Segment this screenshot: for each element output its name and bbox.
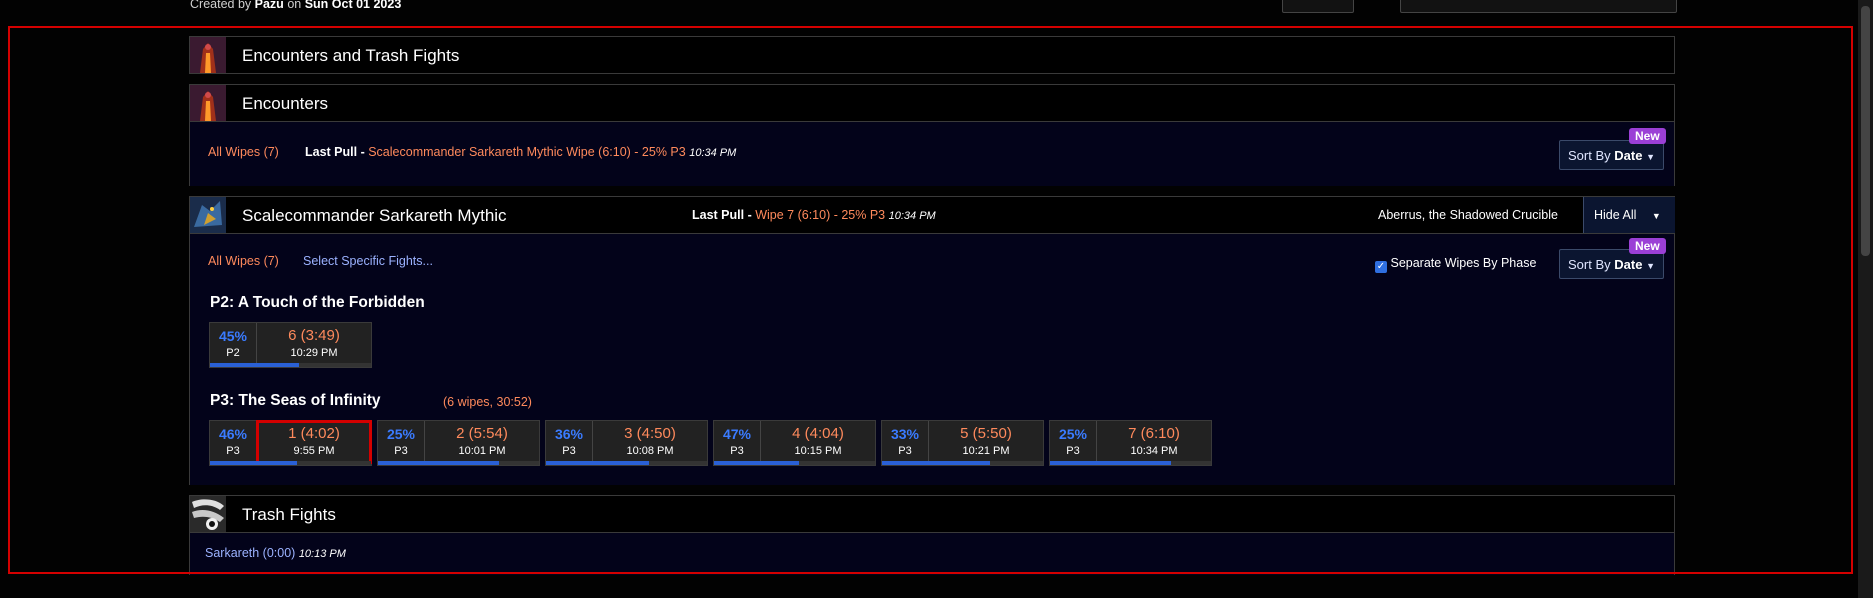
fight-card[interactable]: 45% P2 6 (3:49) 10:29 PM [209,322,372,368]
fight-time: 9:55 PM [293,445,335,457]
encounters-and-trash-panel: Encounters and Trash Fights [189,36,1675,74]
fight-progress-bar [210,363,371,367]
encounters-and-trash-header[interactable]: Encounters and Trash Fights [190,37,1674,73]
boss-portrait-icon [190,85,226,121]
fight-card[interactable]: 25% P3 7 (6:10) 10:34 PM [1049,420,1212,466]
fight-percent: 25% [1058,426,1088,442]
fight-time: 10:08 PM [626,445,674,457]
trash-header[interactable]: Trash Fights [190,496,1674,533]
boss-last-pull-link[interactable]: Wipe 7 (6:10) - 25% P3 [755,208,885,222]
encounters-body: All Wipes (7) Last Pull - Scalecommander… [190,122,1674,186]
fight-phase: P2 [226,347,240,359]
fight-time: 10:15 PM [794,445,842,457]
report-created-by: Created by Pazu on Sun Oct 01 2023 [190,0,401,11]
fight-percent: 46% [218,426,248,442]
phase-title: P2: A Touch of the Forbidden [210,294,425,311]
fight-phase: P3 [898,445,912,457]
fight-phase: P3 [226,445,240,457]
fight-progress-bar [378,461,539,465]
trash-panel: Trash Fights Sarkareth (0:00) 10:13 PM [189,495,1675,575]
fight-label: 4 (4:04) [792,425,844,442]
fight-phase: P3 [730,445,744,457]
caret-down-icon: ▼ [1646,261,1655,271]
boss-header[interactable]: Scalecommander Sarkareth Mythic Last Pul… [190,197,1675,234]
trash-body: Sarkareth (0:00) 10:13 PM [190,533,1674,575]
fight-card[interactable]: 46% P3 1 (4:02) 9:55 PM [209,420,372,466]
all-wipes-link[interactable]: All Wipes (7) [208,145,279,159]
scrollbar-thumb[interactable] [1861,6,1870,256]
select-specific-fights-link[interactable]: Select Specific Fights... [303,254,433,268]
boss-last-pull: Last Pull - Wipe 7 (6:10) - 25% P3 10:34… [692,208,936,222]
top-toolbar-button[interactable] [1282,0,1354,13]
sort-by-dropdown[interactable]: Sort By Date ▼ [1559,140,1664,170]
fight-card[interactable]: 25% P3 2 (5:54) 10:01 PM [377,420,540,466]
fight-progress-bar [546,461,707,465]
fight-percent: 33% [890,426,920,442]
trash-entry: Sarkareth (0:00) 10:13 PM [205,546,346,560]
page-scrollbar[interactable] [1858,0,1873,598]
fight-progress-bar [1050,461,1211,465]
checkbox-checked-icon[interactable]: ✓ [1375,261,1387,273]
caret-down-icon: ▼ [1646,152,1655,162]
caret-down-icon: ▼ [1651,211,1661,221]
last-pull-link[interactable]: Scalecommander Sarkareth Mythic Wipe (6:… [368,145,686,159]
fight-label: 6 (3:49) [288,327,340,344]
author-name[interactable]: Pazu [255,0,284,11]
fight-percent: 47% [722,426,752,442]
fight-percent: 25% [386,426,416,442]
boss-body: All Wipes (7) Select Specific Fights... … [190,234,1674,485]
last-pull: Last Pull - Scalecommander Sarkareth Myt… [305,145,737,159]
fight-card[interactable]: 36% P3 3 (4:50) 10:08 PM [545,420,708,466]
fight-time: 10:21 PM [962,445,1010,457]
hide-all-dropdown[interactable]: Hide All ▼ [1583,197,1675,233]
panel-title: Trash Fights [242,505,336,524]
fight-phase: P3 [562,445,576,457]
fight-progress-bar [714,461,875,465]
fight-label: 3 (4:50) [624,425,676,442]
boss-portrait-icon [190,37,226,73]
fight-time: 10:29 PM [290,347,338,359]
dragon-portrait-icon [190,197,226,233]
panel-title: Encounters [242,94,328,113]
last-pull-time: 10:34 PM [689,147,737,159]
top-toolbar-toggle[interactable] [1400,0,1677,13]
boss-panel: Scalecommander Sarkareth Mythic Last Pul… [189,196,1675,485]
separate-wipes-toggle[interactable]: ✓ Separate Wipes By Phase [1375,256,1536,273]
phase-summary: (6 wipes, 30:52) [443,395,532,409]
fight-label: 2 (5:54) [456,425,508,442]
new-badge: New [1629,128,1666,144]
fight-card[interactable]: 47% P3 4 (4:04) 10:15 PM [713,420,876,466]
all-wipes-link[interactable]: All Wipes (7) [208,254,279,268]
fight-phase: P3 [394,445,408,457]
fight-progress-bar [882,461,1043,465]
boss-title: Scalecommander Sarkareth Mythic [242,206,507,225]
fight-card[interactable]: 33% P3 5 (5:50) 10:21 PM [881,420,1044,466]
zone-name: Aberrus, the Shadowed Crucible [1378,208,1558,222]
fight-time: 10:01 PM [458,445,506,457]
panel-title: Encounters and Trash Fights [242,46,460,65]
fight-time: 10:34 PM [1130,445,1178,457]
trash-fight-link[interactable]: Sarkareth (0:00) [205,546,295,560]
fight-progress-bar [210,461,371,465]
fight-phase: P3 [1066,445,1080,457]
fight-label: 5 (5:50) [960,425,1012,442]
fight-label: 7 (6:10) [1128,425,1180,442]
report-date: Sun Oct 01 2023 [304,0,402,11]
fight-label: 1 (4:02) [288,425,340,442]
new-badge: New [1629,238,1666,254]
trash-portrait-icon [190,496,226,532]
encounters-header[interactable]: Encounters [190,85,1674,122]
fight-percent: 36% [554,426,584,442]
phase-title: P3: The Seas of Infinity [210,392,381,409]
encounters-panel: Encounters All Wipes (7) Last Pull - Sca… [189,84,1675,186]
fight-percent: 45% [218,328,248,344]
